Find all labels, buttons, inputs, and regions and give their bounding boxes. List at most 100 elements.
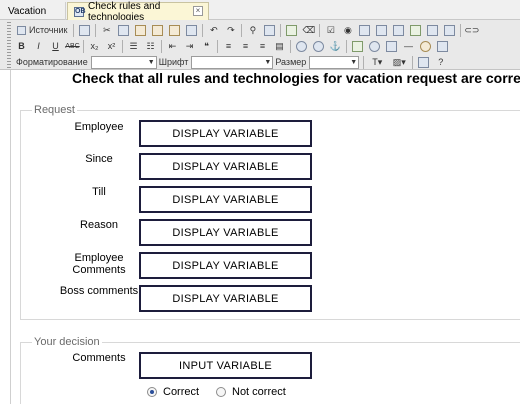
since-display[interactable]: DISPLAY VARIABLE [139, 153, 312, 180]
strike-button[interactable]: ABC [65, 39, 80, 53]
bold-button[interactable]: B [14, 39, 29, 53]
chevron-down-icon: ▼ [147, 58, 155, 66]
about-button[interactable]: ? [433, 55, 448, 69]
image-button-tool[interactable] [425, 23, 440, 37]
boss-comments-display[interactable]: DISPLAY VARIABLE [139, 285, 312, 312]
select-button[interactable] [391, 23, 406, 37]
eraser-icon: ⌫ [302, 24, 316, 35]
maximize-icon [418, 56, 430, 68]
print-icon [186, 24, 198, 36]
margin-line [10, 70, 11, 404]
close-icon[interactable]: × [193, 6, 203, 16]
comments-input[interactable]: INPUT VARIABLE [139, 352, 312, 379]
employee-comments-display[interactable]: DISPLAY VARIABLE [139, 252, 312, 279]
paste-button[interactable] [133, 23, 148, 37]
outdent-button[interactable]: ⇤ [165, 39, 180, 53]
blockquote-button[interactable]: ❝ [199, 39, 214, 53]
toolbar-separator [161, 39, 162, 53]
italic-icon: I [37, 41, 40, 51]
bg-color-icon: ▨▾ [392, 56, 406, 67]
paste-word-button[interactable] [167, 23, 182, 37]
employee-display[interactable]: DISPLAY VARIABLE [139, 120, 312, 147]
horizontal-rule-button[interactable]: ― [401, 39, 416, 53]
unlink-button[interactable] [311, 39, 326, 53]
underline-button[interactable]: U [48, 39, 63, 53]
redo-button[interactable]: ↷ [223, 23, 238, 37]
quote-icon: ❝ [204, 40, 209, 51]
table-button[interactable] [384, 39, 399, 53]
image-button[interactable] [350, 39, 365, 53]
print-button[interactable] [184, 23, 199, 37]
button-tool[interactable] [408, 23, 423, 37]
radio-correct[interactable]: Correct [147, 385, 199, 399]
request-legend: Request [32, 104, 77, 116]
editor-toolbar: Источник ✂ ↶ ↷ ⚲ ⌫ ☑ ◉ ⊂⊃ B I U ABC x₂ x… [0, 20, 520, 70]
paste-text-button[interactable] [150, 23, 165, 37]
bg-color-button[interactable]: ▨▾ [389, 55, 409, 69]
indent-button[interactable]: ⇥ [182, 39, 197, 53]
toolbar-grip[interactable] [7, 22, 11, 68]
radio-button-tool[interactable]: ◉ [340, 23, 355, 37]
textfield-button[interactable] [357, 23, 372, 37]
toolbar-separator [290, 39, 291, 53]
flash-button[interactable] [367, 39, 382, 53]
reason-display[interactable]: DISPLAY VARIABLE [139, 219, 312, 246]
undo-button[interactable]: ↶ [206, 23, 221, 37]
select-all-button[interactable] [284, 23, 299, 37]
undo-icon: ↶ [210, 24, 218, 35]
justify-button[interactable]: ▤ [272, 39, 287, 53]
toolbar-separator [363, 55, 365, 69]
italic-button[interactable]: I [31, 39, 46, 53]
tab-check-rules[interactable]: OB Check rules and technologies × [67, 1, 209, 23]
link-button[interactable]: ⊂⊃ [464, 23, 479, 37]
tab-vacation[interactable]: Vacation [2, 2, 66, 20]
cut-button[interactable]: ✂ [99, 23, 114, 37]
hidden-field-icon [444, 24, 456, 36]
image-icon [352, 40, 363, 52]
replace-button[interactable] [262, 23, 277, 37]
special-char-icon [437, 40, 448, 52]
subscript-button[interactable]: x₂ [87, 39, 102, 53]
checkbox-button[interactable]: ☑ [323, 23, 338, 37]
source-button[interactable]: Источник [14, 23, 70, 37]
table-icon [386, 40, 397, 52]
text-color-button[interactable]: T▾ [367, 55, 387, 69]
paste-word-icon [169, 24, 181, 36]
special-char-button[interactable] [435, 39, 450, 53]
bulleted-list-button[interactable]: ☷ [143, 39, 158, 53]
insert-link-button[interactable] [294, 39, 309, 53]
copy-button[interactable] [116, 23, 131, 37]
radio-not-correct-indicator[interactable] [216, 387, 226, 397]
smiley-icon [420, 40, 431, 52]
align-right-icon: ≡ [259, 41, 266, 51]
superscript-button[interactable]: x² [104, 39, 119, 53]
image-button-icon [427, 24, 439, 36]
numbered-list-button[interactable]: ☰ [126, 39, 141, 53]
toolbar-separator [460, 23, 462, 37]
templates-button[interactable] [77, 23, 92, 37]
numbered-list-icon: ☰ [129, 40, 138, 51]
size-select[interactable]: ▼ [309, 55, 360, 69]
remove-format-button[interactable]: ⌫ [301, 23, 316, 37]
superscript-icon: x² [107, 41, 116, 51]
find-button[interactable]: ⚲ [245, 23, 260, 37]
format-select[interactable]: ▼ [90, 55, 157, 69]
radio-not-correct[interactable]: Not correct [216, 385, 286, 399]
hidden-field-button[interactable] [442, 23, 457, 37]
font-select[interactable]: ▼ [191, 55, 274, 69]
font-label: Шрифт [158, 57, 189, 67]
toolbar-separator [412, 55, 414, 69]
align-center-button[interactable]: ≡ [238, 39, 253, 53]
flash-icon [369, 40, 380, 52]
textarea-button[interactable] [374, 23, 389, 37]
smiley-button[interactable] [418, 39, 433, 53]
radio-correct-indicator[interactable] [147, 387, 157, 397]
till-display[interactable]: DISPLAY VARIABLE [139, 186, 312, 213]
toolbar-row-3: Форматирование ▼ Шрифт ▼ Размер ▼ T▾ ▨▾ … [14, 54, 450, 70]
maximize-button[interactable] [416, 55, 431, 69]
anchor-button[interactable]: ⚓ [328, 39, 343, 53]
align-right-button[interactable]: ≡ [255, 39, 270, 53]
align-left-button[interactable]: ≡ [221, 39, 236, 53]
toolbar-separator [280, 23, 282, 37]
redo-icon: ↷ [227, 24, 235, 35]
